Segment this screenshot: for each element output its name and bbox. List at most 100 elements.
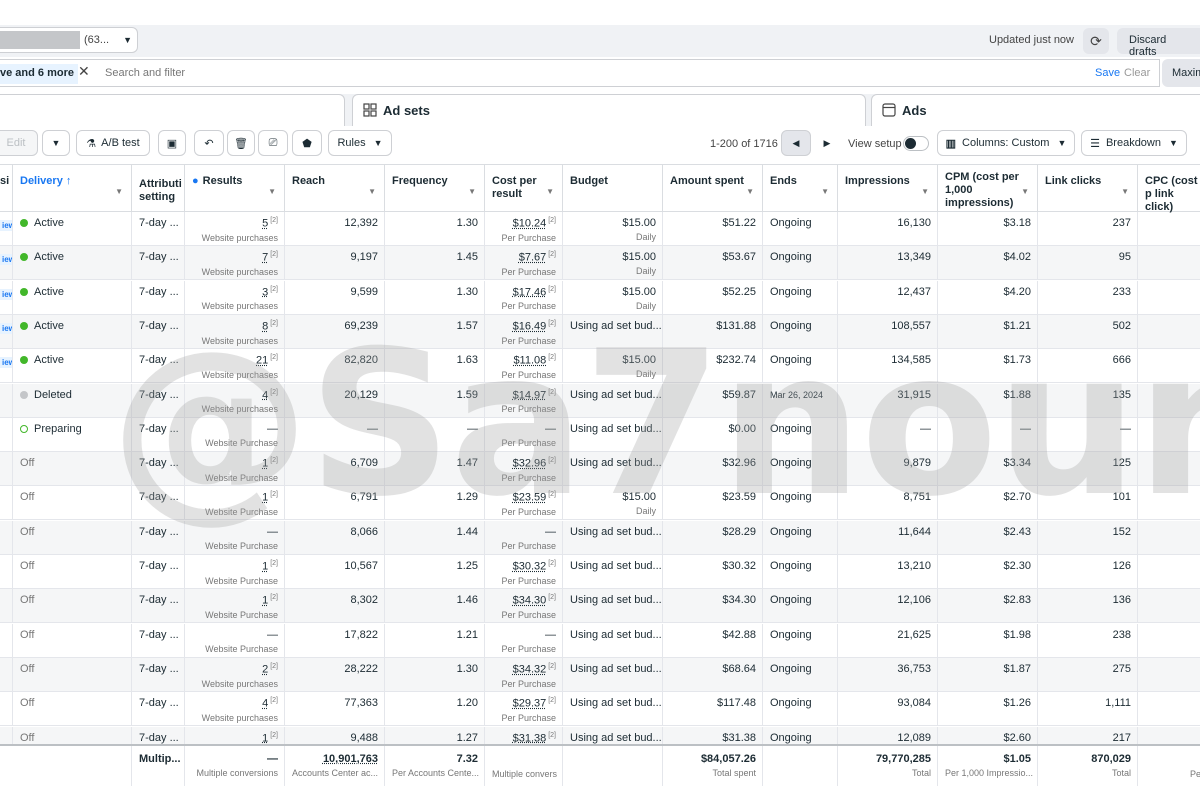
tab-ad-sets[interactable]: Ad sets bbox=[352, 94, 866, 126]
header-frequency[interactable]: Frequency ▼ bbox=[385, 165, 485, 211]
next-page-button[interactable]: ▶ bbox=[812, 130, 842, 156]
row-name-cell[interactable]: iew bbox=[0, 280, 13, 315]
row-name-cell[interactable] bbox=[0, 692, 13, 727]
table-row[interactable]: Off 7-day ... 2 [2] Website purchases 28,222… bbox=[0, 657, 1200, 692]
table-row[interactable]: Off 7-day ... 1 [2] Website Purchase 6,791 1.… bbox=[0, 486, 1200, 521]
table-row[interactable]: iewActive7-day ...7 [2]Website purchases… bbox=[0, 246, 1200, 281]
cell-reach: 28,222 bbox=[285, 657, 385, 692]
rules-button[interactable]: Rules ▼ bbox=[328, 130, 392, 156]
columns-button[interactable]: ▥ Columns: Custom ▼ bbox=[937, 130, 1075, 156]
freq-value: 1.59 bbox=[456, 388, 478, 401]
row-name-cell[interactable] bbox=[0, 657, 13, 692]
undo-button[interactable]: ↶ bbox=[194, 130, 224, 156]
header-cpc[interactable]: CPC (cost p link click) bbox=[1138, 165, 1200, 213]
cell-budget[interactable]: Using ad set bud... bbox=[563, 383, 663, 418]
row-name-cell[interactable] bbox=[0, 520, 13, 555]
header-link-clicks[interactable]: Link clicks ▼ bbox=[1038, 165, 1138, 211]
close-icon[interactable]: ✕ bbox=[78, 63, 90, 80]
impr-value: — bbox=[920, 422, 931, 435]
maximize-button[interactable]: Maxim bbox=[1162, 59, 1200, 87]
preview-pill[interactable]: iew bbox=[0, 322, 12, 334]
edit-button[interactable]: Edit bbox=[0, 130, 38, 156]
header-name[interactable]: si bbox=[0, 165, 13, 211]
filter-chip[interactable]: ve and 6 more bbox=[0, 64, 78, 84]
header-results[interactable]: ● Results ▼ bbox=[185, 165, 285, 211]
cell-budget[interactable]: $15.00 Daily bbox=[563, 246, 663, 281]
cell-budget[interactable]: Using ad set bud... bbox=[563, 692, 663, 727]
edit-dropdown-button[interactable]: ▼ bbox=[42, 130, 70, 156]
row-name-cell[interactable] bbox=[0, 486, 13, 521]
save-filter-link[interactable]: Save bbox=[1095, 67, 1120, 79]
cell-budget[interactable]: $15.00 Daily bbox=[563, 212, 663, 246]
clear-filter-link[interactable]: Clear bbox=[1124, 67, 1150, 79]
discard-drafts-button[interactable]: Discard drafts bbox=[1117, 28, 1200, 58]
table-row[interactable]: Preparing 7-day ... — Website Purchase — — — Pe… bbox=[0, 417, 1200, 452]
row-name-cell[interactable]: iew bbox=[0, 349, 13, 384]
tab-ads[interactable]: Ads bbox=[871, 94, 1200, 126]
row-name-cell[interactable] bbox=[0, 383, 13, 418]
prev-page-button[interactable]: ◀ bbox=[781, 130, 811, 156]
header-budget[interactable]: Budget bbox=[563, 165, 663, 211]
cell-budget[interactable]: Using ad set bud... bbox=[563, 657, 663, 692]
row-name-cell[interactable] bbox=[0, 417, 13, 452]
caret-down-icon: ▼ bbox=[51, 138, 61, 148]
delete-button[interactable]: 🗑 bbox=[227, 130, 255, 156]
cell-budget[interactable]: Using ad set bud... bbox=[563, 452, 663, 487]
header-cpm[interactable]: CPM (cost per 1,000 impressions) ▼ bbox=[938, 165, 1038, 211]
table-row[interactable]: iewActive7-day ...5 [2]Website purchases… bbox=[0, 212, 1200, 246]
tab-campaigns[interactable] bbox=[0, 94, 345, 126]
cell-budget[interactable]: Using ad set bud... bbox=[563, 589, 663, 624]
cell-budget[interactable]: Using ad set bud... bbox=[563, 555, 663, 589]
spent-value: $30.32 bbox=[722, 560, 756, 572]
refresh-button[interactable]: ⟳ bbox=[1083, 28, 1109, 54]
preview-pill[interactable]: iew bbox=[0, 254, 12, 266]
table-row[interactable]: iew Active 7-day ... 21 [2] Website purchase… bbox=[0, 349, 1200, 384]
table-row[interactable]: iewActive7-day ...3 [2]Website purchases… bbox=[0, 280, 1200, 315]
table-row[interactable]: Off 7-day ... — Website Purchase 8,066 1.44 — P… bbox=[0, 520, 1200, 555]
table-row[interactable]: Off 7-day ... 1 [2] Website Purchase 10,567 1… bbox=[0, 555, 1200, 589]
table-row[interactable]: Deleted 7-day ... 4 [2] Website purchases 20… bbox=[0, 383, 1200, 418]
header-cost-per-result[interactable]: Cost per result ▼ bbox=[485, 165, 563, 211]
table-row[interactable]: Off 7-day ... 1 [2] Website Purchase 6,709 1.… bbox=[0, 452, 1200, 487]
header-delivery[interactable]: Delivery ↑ ▼ bbox=[13, 165, 132, 211]
header-impressions[interactable]: Impressions ▼ bbox=[838, 165, 938, 211]
ab-test-button[interactable]: ⚗ A/B test bbox=[76, 130, 150, 156]
row-name-cell[interactable] bbox=[0, 589, 13, 624]
preview-pill[interactable]: iew bbox=[0, 357, 12, 369]
duplicate-button[interactable]: ▣ bbox=[158, 130, 186, 156]
tag-button[interactable]: ⬟ bbox=[292, 130, 322, 156]
cell-budget[interactable]: Using ad set bud... bbox=[563, 417, 663, 452]
table-row[interactable]: Off 7-day ... — Website Purchase 17,822 1.21 —… bbox=[0, 623, 1200, 658]
breakdown-button[interactable]: ☰ Breakdown ▼ bbox=[1081, 130, 1187, 156]
preview-pill[interactable]: iew bbox=[0, 220, 12, 231]
header-amount-spent[interactable]: Amount spent ▼ bbox=[663, 165, 763, 211]
search-input[interactable]: Search and filter bbox=[105, 67, 185, 79]
cell-budget[interactable]: Using ad set bud... bbox=[563, 520, 663, 555]
view-setup-toggle[interactable] bbox=[903, 136, 929, 151]
row-name-cell[interactable] bbox=[0, 555, 13, 589]
header-attribution[interactable]: Attributi setting bbox=[132, 165, 185, 211]
row-name-cell[interactable] bbox=[0, 452, 13, 487]
table-row[interactable]: iewActive7-day ...8 [2]Website purchases… bbox=[0, 314, 1200, 349]
row-name-cell[interactable]: iew bbox=[0, 314, 13, 349]
cell-budget[interactable]: Using ad set bud... bbox=[563, 314, 663, 349]
row-name-cell[interactable]: iew bbox=[0, 212, 13, 246]
cell-budget[interactable]: Using ad set bud... bbox=[563, 623, 663, 658]
table-row[interactable]: Off 7-day ... 1 [2] Website Purchase 8,302 1.… bbox=[0, 589, 1200, 624]
header-ends[interactable]: Ends ▼ bbox=[763, 165, 838, 211]
table-row[interactable]: Off 7-day ... 4 [2] Website purchases 77,363… bbox=[0, 692, 1200, 727]
caret-down-icon: ▼ bbox=[115, 187, 123, 196]
header-reach[interactable]: Reach ▼ bbox=[285, 165, 385, 211]
row-name-cell[interactable]: iew bbox=[0, 246, 13, 281]
cell-cpc bbox=[1138, 555, 1200, 589]
cell-budget[interactable]: $15.00 Daily bbox=[563, 486, 663, 521]
cell-budget[interactable]: $15.00 Daily bbox=[563, 349, 663, 384]
budget-value: Using ad set bud... bbox=[570, 560, 662, 572]
totals-cpc-sub: Pe bbox=[1189, 769, 1200, 779]
clicks-value: 666 bbox=[1112, 354, 1131, 367]
cell-budget[interactable]: $15.00 Daily bbox=[563, 280, 663, 315]
account-selector[interactable]: (63... ▼ bbox=[0, 27, 138, 53]
preview-pill[interactable]: iew bbox=[0, 288, 12, 300]
preview-button[interactable]: ⎚ bbox=[258, 130, 288, 156]
row-name-cell[interactable] bbox=[0, 623, 13, 658]
